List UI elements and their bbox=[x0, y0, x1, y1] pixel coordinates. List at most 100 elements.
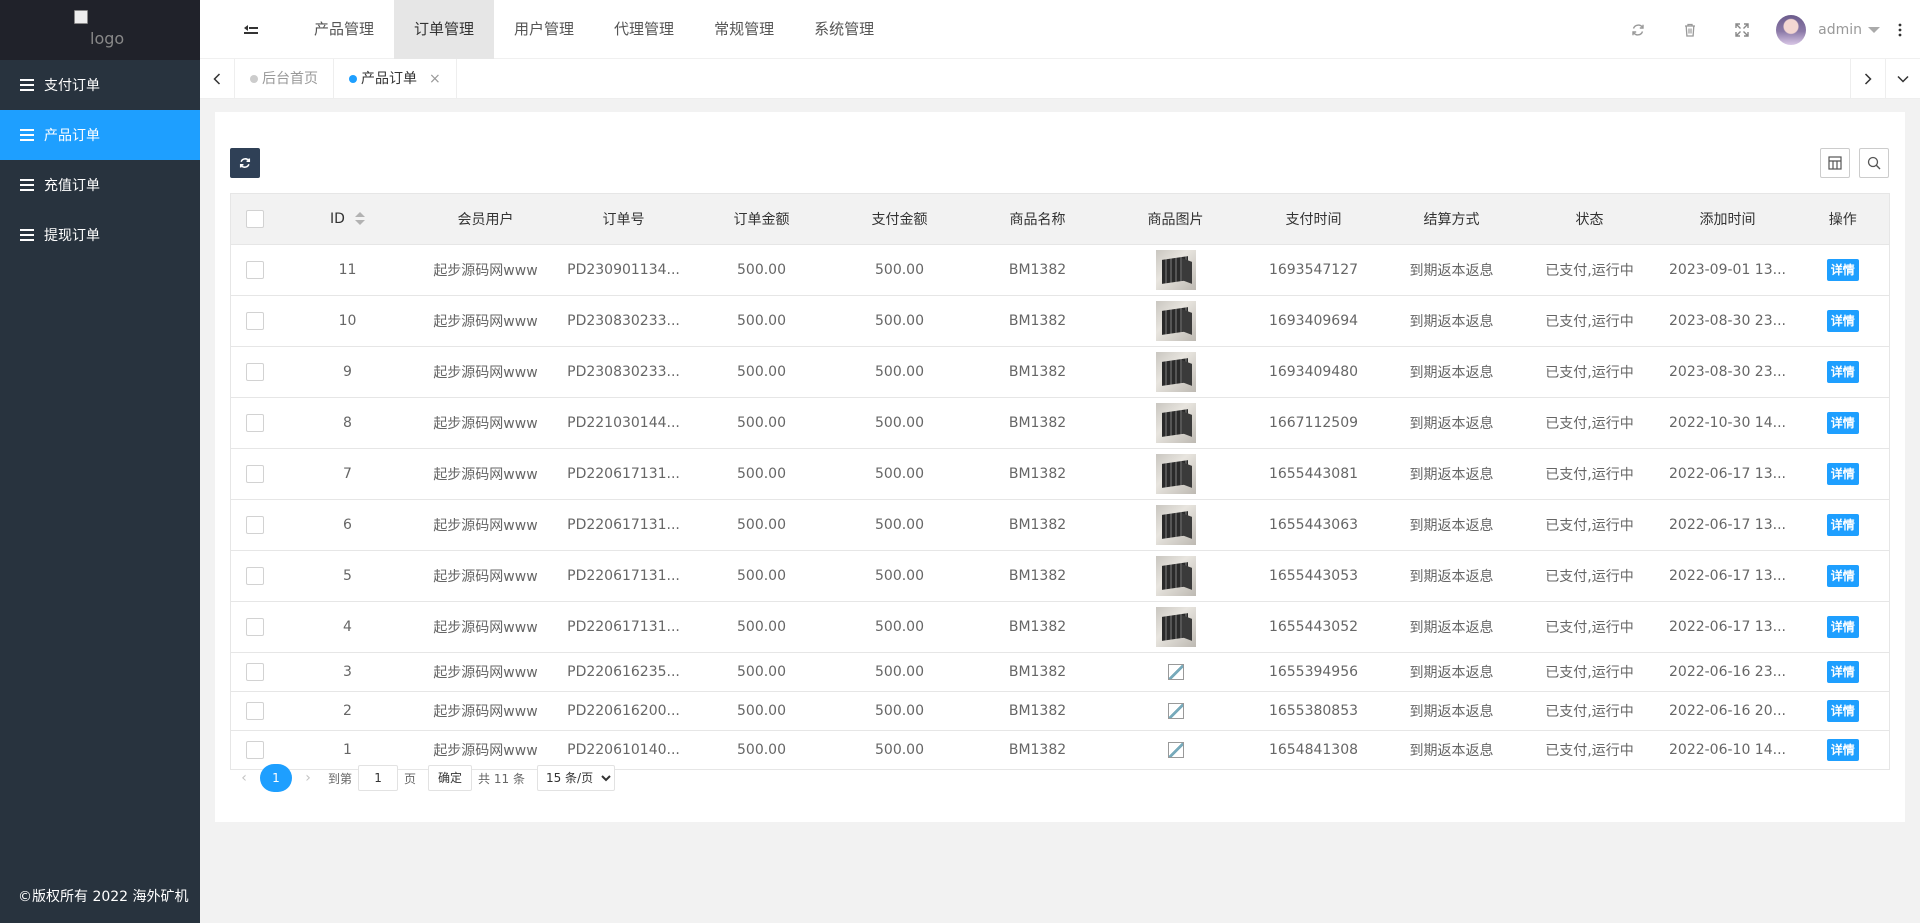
detail-button[interactable]: 详情 bbox=[1826, 514, 1859, 536]
search-button[interactable] bbox=[1859, 148, 1889, 178]
sidebar-item-label: 充值订单 bbox=[44, 178, 100, 194]
product-thumbnail[interactable] bbox=[1155, 607, 1196, 647]
sort-icon[interactable] bbox=[354, 212, 365, 226]
table-row: 8 起步源码网www PD221030144... 500.00 500.00 BM138… bbox=[230, 397, 1890, 449]
fullscreen-icon[interactable] bbox=[1716, 0, 1768, 59]
table-row: 7 起步源码网www PD220617131... 500.00 500.00 BM138… bbox=[230, 448, 1890, 500]
product-thumbnail[interactable] bbox=[1155, 454, 1196, 494]
table-refresh-button[interactable] bbox=[230, 148, 260, 178]
detail-button[interactable]: 详情 bbox=[1826, 463, 1859, 485]
row-select-cell bbox=[230, 448, 279, 500]
next-page-icon[interactable]: › bbox=[294, 764, 322, 792]
sidebar-item-withdraw-orders[interactable]: 提现订单 bbox=[0, 210, 200, 260]
row-checkbox[interactable] bbox=[245, 363, 264, 381]
row-checkbox[interactable] bbox=[245, 702, 264, 720]
row-checkbox[interactable] bbox=[245, 414, 264, 432]
row-checkbox[interactable] bbox=[245, 312, 264, 330]
cell-id: 9 bbox=[278, 346, 417, 398]
row-checkbox[interactable] bbox=[245, 261, 264, 279]
nav-agent-management[interactable]: 代理管理 bbox=[594, 0, 694, 59]
row-checkbox[interactable] bbox=[245, 741, 264, 759]
cell-product: BM1382 bbox=[968, 550, 1107, 602]
detail-button[interactable]: 详情 bbox=[1826, 700, 1859, 722]
column-header-product: 商品名称 bbox=[968, 193, 1107, 245]
row-select-cell bbox=[230, 499, 279, 551]
nav-system-management[interactable]: 系统管理 bbox=[794, 0, 894, 59]
nav-product-management[interactable]: 产品管理 bbox=[294, 0, 394, 59]
product-thumbnail[interactable] bbox=[1155, 301, 1196, 341]
detail-button[interactable]: 详情 bbox=[1826, 739, 1859, 761]
prev-page-icon[interactable]: ‹ bbox=[230, 764, 258, 792]
goto-page-input[interactable] bbox=[358, 765, 399, 791]
product-thumbnail[interactable] bbox=[1155, 250, 1196, 290]
broken-image-icon[interactable] bbox=[1167, 703, 1184, 719]
cell-add-time: 2023-08-30 23... bbox=[1658, 295, 1797, 347]
cell-order-no: PD230830233... bbox=[554, 346, 693, 398]
nav-general-management[interactable]: 常规管理 bbox=[694, 0, 794, 59]
product-thumbnail[interactable] bbox=[1155, 352, 1196, 392]
cell-product: BM1382 bbox=[968, 244, 1107, 296]
cell-settlement: 到期返本返息 bbox=[1382, 691, 1521, 731]
select-all-checkbox[interactable] bbox=[245, 210, 264, 228]
cell-status: 已支付,运行中 bbox=[1520, 346, 1659, 398]
cell-order-no: PD220617131... bbox=[554, 601, 693, 653]
product-thumbnail[interactable] bbox=[1155, 505, 1196, 545]
cell-settlement: 到期返本返息 bbox=[1382, 295, 1521, 347]
row-checkbox[interactable] bbox=[245, 516, 264, 534]
page-1-button[interactable]: 1 bbox=[260, 764, 292, 792]
copyright: ©版权所有 2022 海外矿机 bbox=[18, 889, 189, 905]
cell-user: 起步源码网www bbox=[416, 295, 555, 347]
detail-button[interactable]: 详情 bbox=[1826, 412, 1859, 434]
detail-button[interactable]: 详情 bbox=[1826, 310, 1859, 332]
cell-product: BM1382 bbox=[968, 346, 1107, 398]
sidebar-item-recharge-orders[interactable]: 充值订单 bbox=[0, 160, 200, 210]
sidebar-item-payment-orders[interactable]: 支付订单 bbox=[0, 60, 200, 110]
cell-order-no: PD220617131... bbox=[554, 550, 693, 602]
sidebar-item-product-orders[interactable]: 产品订单 bbox=[0, 110, 200, 160]
cell-pay-amount: 500.00 bbox=[830, 499, 969, 551]
broken-image-icon bbox=[74, 10, 88, 24]
cell-pay-time: 1693409480 bbox=[1244, 346, 1383, 398]
row-checkbox[interactable] bbox=[245, 663, 264, 681]
column-header-id[interactable]: ID bbox=[278, 193, 417, 245]
row-checkbox[interactable] bbox=[245, 618, 264, 636]
product-thumbnail[interactable] bbox=[1155, 556, 1196, 596]
detail-button[interactable]: 详情 bbox=[1826, 565, 1859, 587]
columns-filter-button[interactable] bbox=[1820, 148, 1850, 178]
detail-button[interactable]: 详情 bbox=[1826, 259, 1859, 281]
user-menu[interactable]: admin bbox=[1776, 14, 1880, 45]
tabs-dropdown-icon[interactable] bbox=[1885, 59, 1920, 99]
trash-icon[interactable] bbox=[1664, 0, 1716, 59]
cell-user: 起步源码网www bbox=[416, 244, 555, 296]
tabs-bar: 后台首页 产品订单 × bbox=[200, 59, 1920, 99]
goto-confirm-button[interactable]: 确定 bbox=[428, 765, 473, 791]
tab-product-orders[interactable]: 产品订单 × bbox=[334, 59, 457, 99]
more-vertical-icon[interactable] bbox=[1880, 0, 1920, 59]
close-icon[interactable]: × bbox=[429, 59, 441, 99]
cell-actions: 详情 bbox=[1796, 448, 1890, 500]
detail-button[interactable]: 详情 bbox=[1826, 616, 1859, 638]
cell-settlement: 到期返本返息 bbox=[1382, 346, 1521, 398]
nav-user-management[interactable]: 用户管理 bbox=[494, 0, 594, 59]
cell-pay-time: 1655443063 bbox=[1244, 499, 1383, 551]
row-checkbox[interactable] bbox=[245, 465, 264, 483]
cell-add-time: 2022-06-10 14... bbox=[1658, 730, 1797, 770]
cell-order-no: PD220617131... bbox=[554, 448, 693, 500]
broken-image-icon[interactable] bbox=[1167, 742, 1184, 758]
page-unit-label: 页 bbox=[404, 771, 417, 786]
page-size-select[interactable]: 15 条/页 bbox=[536, 765, 615, 791]
nav-order-management[interactable]: 订单管理 bbox=[394, 0, 495, 59]
column-header-order-no: 订单号 bbox=[554, 193, 693, 245]
detail-button[interactable]: 详情 bbox=[1826, 661, 1859, 683]
cell-pay-amount: 500.00 bbox=[830, 448, 969, 500]
broken-image-icon[interactable] bbox=[1167, 664, 1184, 680]
tab-dashboard[interactable]: 后台首页 bbox=[235, 59, 334, 99]
product-thumbnail[interactable] bbox=[1155, 403, 1196, 443]
cell-settlement: 到期返本返息 bbox=[1382, 397, 1521, 449]
row-checkbox[interactable] bbox=[245, 567, 264, 585]
detail-button[interactable]: 详情 bbox=[1826, 361, 1859, 383]
tabs-scroll-right-icon[interactable] bbox=[1850, 59, 1885, 99]
menu-collapse-icon[interactable] bbox=[244, 22, 258, 34]
tabs-scroll-left-icon[interactable] bbox=[200, 59, 235, 99]
refresh-icon[interactable] bbox=[1612, 0, 1664, 59]
